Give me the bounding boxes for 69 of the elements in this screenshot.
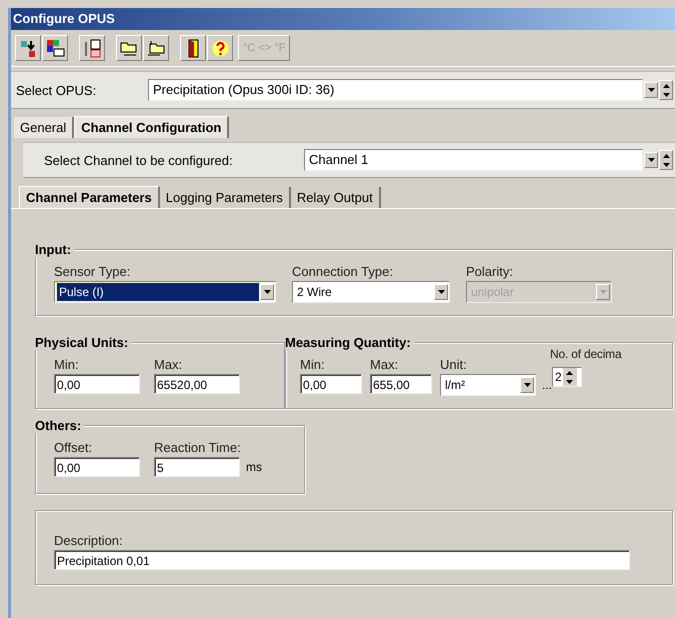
dropdown-button[interactable] bbox=[644, 152, 658, 168]
dropdown-field[interactable]: l/m² bbox=[440, 374, 536, 396]
group-title: Others: bbox=[35, 418, 84, 433]
dropdown-button[interactable] bbox=[260, 284, 274, 300]
field-label: Connection Type: bbox=[292, 264, 394, 279]
toolbar-button[interactable] bbox=[180, 35, 206, 61]
toolbar-button[interactable] bbox=[15, 35, 41, 61]
input-field[interactable]: 655,00 bbox=[370, 374, 432, 394]
help-icon bbox=[210, 38, 230, 58]
sheet-icon bbox=[82, 38, 102, 58]
color-blocks-icon bbox=[46, 38, 64, 58]
field-label: Select OPUS: bbox=[15, 82, 98, 98]
dropdown-field[interactable]: Channel 1 bbox=[304, 149, 643, 171]
tab[interactable]: Logging Parameters bbox=[160, 187, 291, 208]
spin-buttons[interactable] bbox=[659, 150, 673, 170]
field-label: Description: bbox=[54, 533, 124, 548]
caret-icon bbox=[600, 290, 606, 294]
dropdown-button[interactable] bbox=[644, 82, 658, 98]
folder-icon bbox=[146, 38, 166, 58]
input-field[interactable]: 0,00 bbox=[300, 374, 362, 394]
caret-icon bbox=[438, 290, 444, 294]
tab[interactable]: Channel Configuration bbox=[74, 116, 230, 138]
field-label: Polarity: bbox=[466, 264, 514, 279]
field-label: Max: bbox=[154, 357, 184, 372]
down-arrow-icon bbox=[566, 380, 574, 384]
tab[interactable]: General bbox=[14, 117, 74, 138]
group-title: Physical Units: bbox=[35, 335, 132, 350]
caret-icon bbox=[524, 383, 530, 387]
field-label: No. of decima bbox=[550, 347, 622, 361]
down-arrow-icon bbox=[662, 162, 670, 166]
field-label: Min: bbox=[54, 357, 80, 372]
toolbar-button[interactable] bbox=[143, 35, 169, 61]
field-label: Unit: bbox=[440, 357, 468, 372]
spin-buttons[interactable] bbox=[659, 80, 673, 100]
dropdown-field[interactable]: 2 Wire bbox=[292, 281, 450, 303]
input-field[interactable]: 0,00 bbox=[54, 457, 140, 477]
field-label: Offset: bbox=[54, 440, 94, 455]
field-label: Min: bbox=[300, 357, 326, 372]
window-title: Configure OPUS bbox=[11, 8, 675, 30]
up-arrow-icon bbox=[662, 154, 670, 158]
field-label: Max: bbox=[370, 357, 400, 372]
caret-icon bbox=[264, 290, 270, 294]
dropdown-field[interactable]: Precipitation (Opus 300i ID: 36) bbox=[148, 79, 643, 101]
caret-icon bbox=[648, 158, 654, 162]
toolbar-button[interactable] bbox=[116, 35, 142, 61]
toolbar-button[interactable] bbox=[79, 35, 105, 61]
input-field[interactable]: 5 bbox=[154, 457, 240, 477]
up-arrow-icon bbox=[566, 370, 574, 374]
tab[interactable]: Channel Parameters bbox=[19, 186, 160, 208]
dropdown-button[interactable] bbox=[434, 284, 448, 300]
arrow-icon bbox=[18, 38, 38, 58]
group-title: Measuring Quantity: bbox=[285, 335, 414, 350]
spin-buttons[interactable] bbox=[562, 368, 577, 386]
dropdown-field[interactable]: Pulse (I) bbox=[54, 281, 276, 303]
input-field[interactable]: Precipitation 0,01 bbox=[54, 550, 630, 570]
field-label: Select Channel to be configured: bbox=[43, 152, 234, 168]
unit-label: ... bbox=[542, 378, 552, 392]
spin-field[interactable]: 2 bbox=[552, 367, 582, 387]
up-arrow-icon bbox=[662, 84, 670, 88]
field-label: Sensor Type: bbox=[54, 264, 132, 279]
field-label: Reaction Time: bbox=[154, 440, 242, 455]
input-field[interactable]: 65520,00 bbox=[154, 374, 240, 394]
down-arrow-icon bbox=[662, 92, 670, 96]
unit-label: ms bbox=[246, 460, 262, 474]
caret-icon bbox=[648, 88, 654, 92]
group-title: Input: bbox=[35, 242, 74, 257]
input-field[interactable]: 0,00 bbox=[54, 374, 140, 394]
dropdown-button[interactable] bbox=[520, 377, 534, 393]
toolbar-button[interactable] bbox=[42, 35, 68, 61]
